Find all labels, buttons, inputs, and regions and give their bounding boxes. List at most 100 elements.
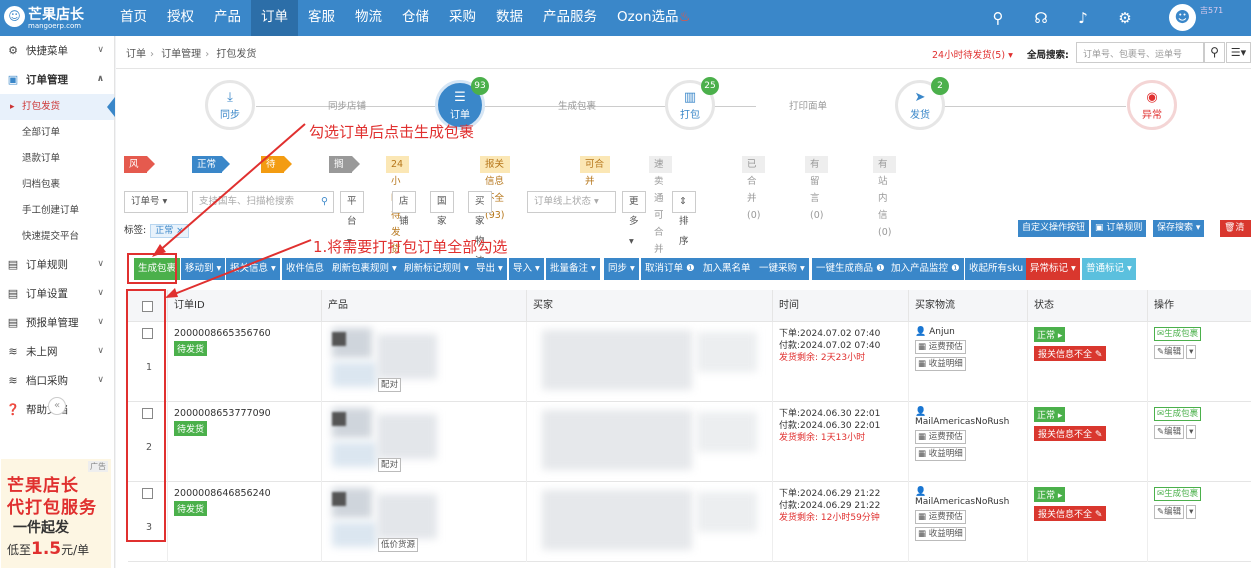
customs-info-button[interactable]: 报关信息 ▾ [226, 258, 280, 280]
search-icon[interactable]: ⚲ [1204, 42, 1225, 63]
customs-incomplete-badge[interactable]: 报关信息不全 ✎ [1034, 346, 1107, 361]
move-to-button[interactable]: 移动到 ▾ [181, 258, 226, 280]
step-ship[interactable]: 2 ➤ 发货 [895, 77, 949, 130]
nav-order[interactable]: 订单 [251, 0, 298, 36]
list-menu-icon[interactable]: ☰▾ [1226, 42, 1251, 63]
tab-ae-mergeable[interactable]: 速卖通可合并 (0) [649, 156, 673, 272]
avatar[interactable]: ☻ [1169, 4, 1196, 31]
sidebar-sub-pack-ship[interactable]: 打包发货 [0, 94, 115, 120]
row-edit-button[interactable]: ✎编辑 [1154, 345, 1185, 359]
nav-purchase[interactable]: 采购 [439, 0, 486, 36]
customs-incomplete-badge[interactable]: 报关信息不全 ✎ [1034, 506, 1107, 521]
collapse-sku-button[interactable]: 收起所有sku [965, 258, 1028, 280]
nav-home[interactable]: 首页 [110, 0, 157, 36]
promo-ad[interactable]: 广告 芒果店长 代打包服务 一件起发 低至1.5元/单 [1, 459, 111, 568]
nav-warehouse[interactable]: 仓储 [392, 0, 439, 36]
breadcrumb-item[interactable]: 订单管理 [161, 49, 201, 60]
freight-estimate-button[interactable]: ▦ 运费预估 [915, 340, 966, 354]
step-exception[interactable]: ◉ 异常 [1127, 80, 1177, 130]
online-status-select[interactable]: 订单线上状态 ▾ [527, 191, 616, 213]
profit-detail-button[interactable]: ▦ 收益明细 [915, 527, 966, 541]
nav-auth[interactable]: 授权 [157, 0, 204, 36]
sidebar-item-quick[interactable]: ⚙ 快捷菜单 ∨ [0, 36, 114, 65]
row-more-dropdown[interactable]: ▾ [1186, 425, 1197, 439]
tab-inbox[interactable]: 有站内信 (0) [873, 156, 897, 238]
logistics-filter[interactable]: 买家物流 [468, 191, 492, 267]
customs-incomplete-badge[interactable]: 报关信息不全 ✎ [1034, 426, 1107, 441]
freight-estimate-button[interactable]: ▦ 运费预估 [915, 510, 966, 524]
row-more-dropdown[interactable]: ▾ [1186, 505, 1197, 519]
order-id[interactable]: 2000008653777090 [174, 408, 315, 419]
row-generate-package-button[interactable]: ✉生成包裹 [1154, 327, 1202, 341]
sidebar-sub-all-orders[interactable]: 全部订单 [0, 120, 114, 146]
export-button[interactable]: 导出 ▾ [472, 258, 507, 280]
gear-icon[interactable]: ⚙ [1115, 8, 1135, 28]
bell-icon[interactable]: ♪ [1073, 8, 1093, 28]
headset-icon[interactable]: ☊ [1031, 8, 1051, 28]
step-link-print-label[interactable]: 打印面单 [789, 98, 827, 112]
sync-button[interactable]: 同步 ▾ [604, 258, 639, 280]
profit-detail-button[interactable]: ▦ 收益明细 [915, 447, 966, 461]
alert-24h-link[interactable]: 24小时待发货(5) ▾ [932, 47, 1013, 61]
import-button[interactable]: 导入 ▾ [509, 258, 544, 280]
tab-mergeable[interactable]: 可合并 (29) [580, 156, 610, 204]
order-rules-button[interactable]: ▣ 订单规则 [1091, 220, 1147, 237]
tab-24h[interactable]: 24小时待发货 (2) [386, 156, 410, 272]
save-search-button[interactable]: 保存搜索 ▾ [1153, 220, 1205, 237]
sidebar-item-forecast[interactable]: ▤ 预报单管理 ∨ [0, 308, 114, 337]
one-click-purchase-button[interactable]: 一键采购 ▾ [755, 258, 809, 280]
sidebar-sub-archive[interactable]: 归档包裹 [0, 172, 114, 198]
sidebar-sub-quick-submit[interactable]: 快速提交平台 [0, 224, 114, 250]
sidebar-sub-refund[interactable]: 退款订单 [0, 146, 114, 172]
country-filter[interactable]: 国家 [430, 191, 454, 227]
custom-actions-button[interactable]: 自定义操作按钮 [1018, 220, 1090, 237]
clear-button[interactable]: 🗑清空 [1220, 220, 1251, 237]
search-icon[interactable]: ⚲ [988, 8, 1008, 28]
row-edit-button[interactable]: ✎编辑 [1154, 425, 1185, 439]
refresh-mark-rules-button[interactable]: 刷新标记规则 ▾ [400, 258, 473, 280]
nav-logistics[interactable]: 物流 [345, 0, 392, 36]
freight-estimate-button[interactable]: ▦ 运费预估 [915, 430, 966, 444]
row-generate-package-button[interactable]: ✉生成包裹 [1154, 407, 1202, 421]
order-no-select[interactable]: 订单号 ▾ [124, 191, 188, 213]
breadcrumb-item[interactable]: 订单 [126, 49, 146, 60]
normal-mark-button[interactable]: 普通标记 ▾ [1082, 258, 1136, 280]
row-more-dropdown[interactable]: ▾ [1186, 345, 1197, 359]
tab-customs[interactable]: 报关信息不全 (93) [480, 156, 510, 221]
shop-filter[interactable]: 店铺 [392, 191, 416, 227]
tab-message[interactable]: 有留言 (0) [805, 156, 829, 221]
nav-product[interactable]: 产品 [204, 0, 251, 36]
nav-data[interactable]: 数据 [486, 0, 533, 36]
product-tag[interactable]: 配对 [378, 378, 402, 392]
profit-detail-button[interactable]: ▦ 收益明细 [915, 357, 966, 371]
exception-mark-button[interactable]: 异常标记 ▾ [1026, 258, 1080, 280]
sidebar-sub-manual-create[interactable]: 手工创建订单 [0, 198, 114, 224]
row-edit-button[interactable]: ✎编辑 [1154, 505, 1185, 519]
blacklist-button[interactable]: 加入黑名单 [699, 258, 755, 280]
recipient-info-button[interactable]: 收件信息 [282, 258, 329, 280]
sidebar-item-offline[interactable]: ≋ 未上网 ∨ [0, 337, 114, 366]
one-click-gen-goods-button[interactable]: 一键生成商品 ❶ [812, 258, 889, 280]
nav-product-service[interactable]: 产品服务 [533, 0, 607, 36]
tab-normal[interactable]: 正常 (93) [192, 156, 229, 187]
nav-ozon[interactable]: Ozon选品♨ [607, 0, 701, 36]
sidebar-item-stall[interactable]: ≋ 档口采购 ∨ [0, 366, 114, 395]
sidebar-item-order-mgmt[interactable]: ▣ 订单管理 ∧ [0, 65, 114, 94]
app-logo[interactable]: ☺ 芒果店长 mangoerp.com [4, 3, 104, 33]
tab-merged[interactable]: 已合并 (0) [742, 156, 766, 221]
tab-pending[interactable]: 待确认 (0) [261, 156, 294, 221]
nav-service[interactable]: 客服 [298, 0, 345, 36]
order-id[interactable]: 2000008646856240 [174, 488, 315, 499]
batch-note-button[interactable]: 批量备注 ▾ [546, 258, 600, 280]
product-tag[interactable]: 低价货源 [378, 538, 419, 552]
order-id[interactable]: 2000008665356760 [174, 328, 315, 339]
sidebar-collapse-button[interactable]: « [48, 397, 66, 415]
global-search-input[interactable]: 订单号、包裹号、运单号 [1076, 42, 1204, 63]
user-name[interactable]: 吉571 [1200, 5, 1223, 16]
order-search-input[interactable]: 支持国车、扫描枪搜索 ⚲ [192, 191, 334, 213]
tab-hold[interactable]: 搁置 (0) [329, 156, 362, 204]
more-filter[interactable]: 更多 ▾ [622, 191, 646, 247]
tab-risk[interactable]: 风控中 (0) [124, 156, 157, 221]
sidebar-item-order-rules[interactable]: ▤ 订单规则 ∨ [0, 250, 114, 279]
cancel-order-button[interactable]: 取消订单 ❶ [641, 258, 699, 280]
